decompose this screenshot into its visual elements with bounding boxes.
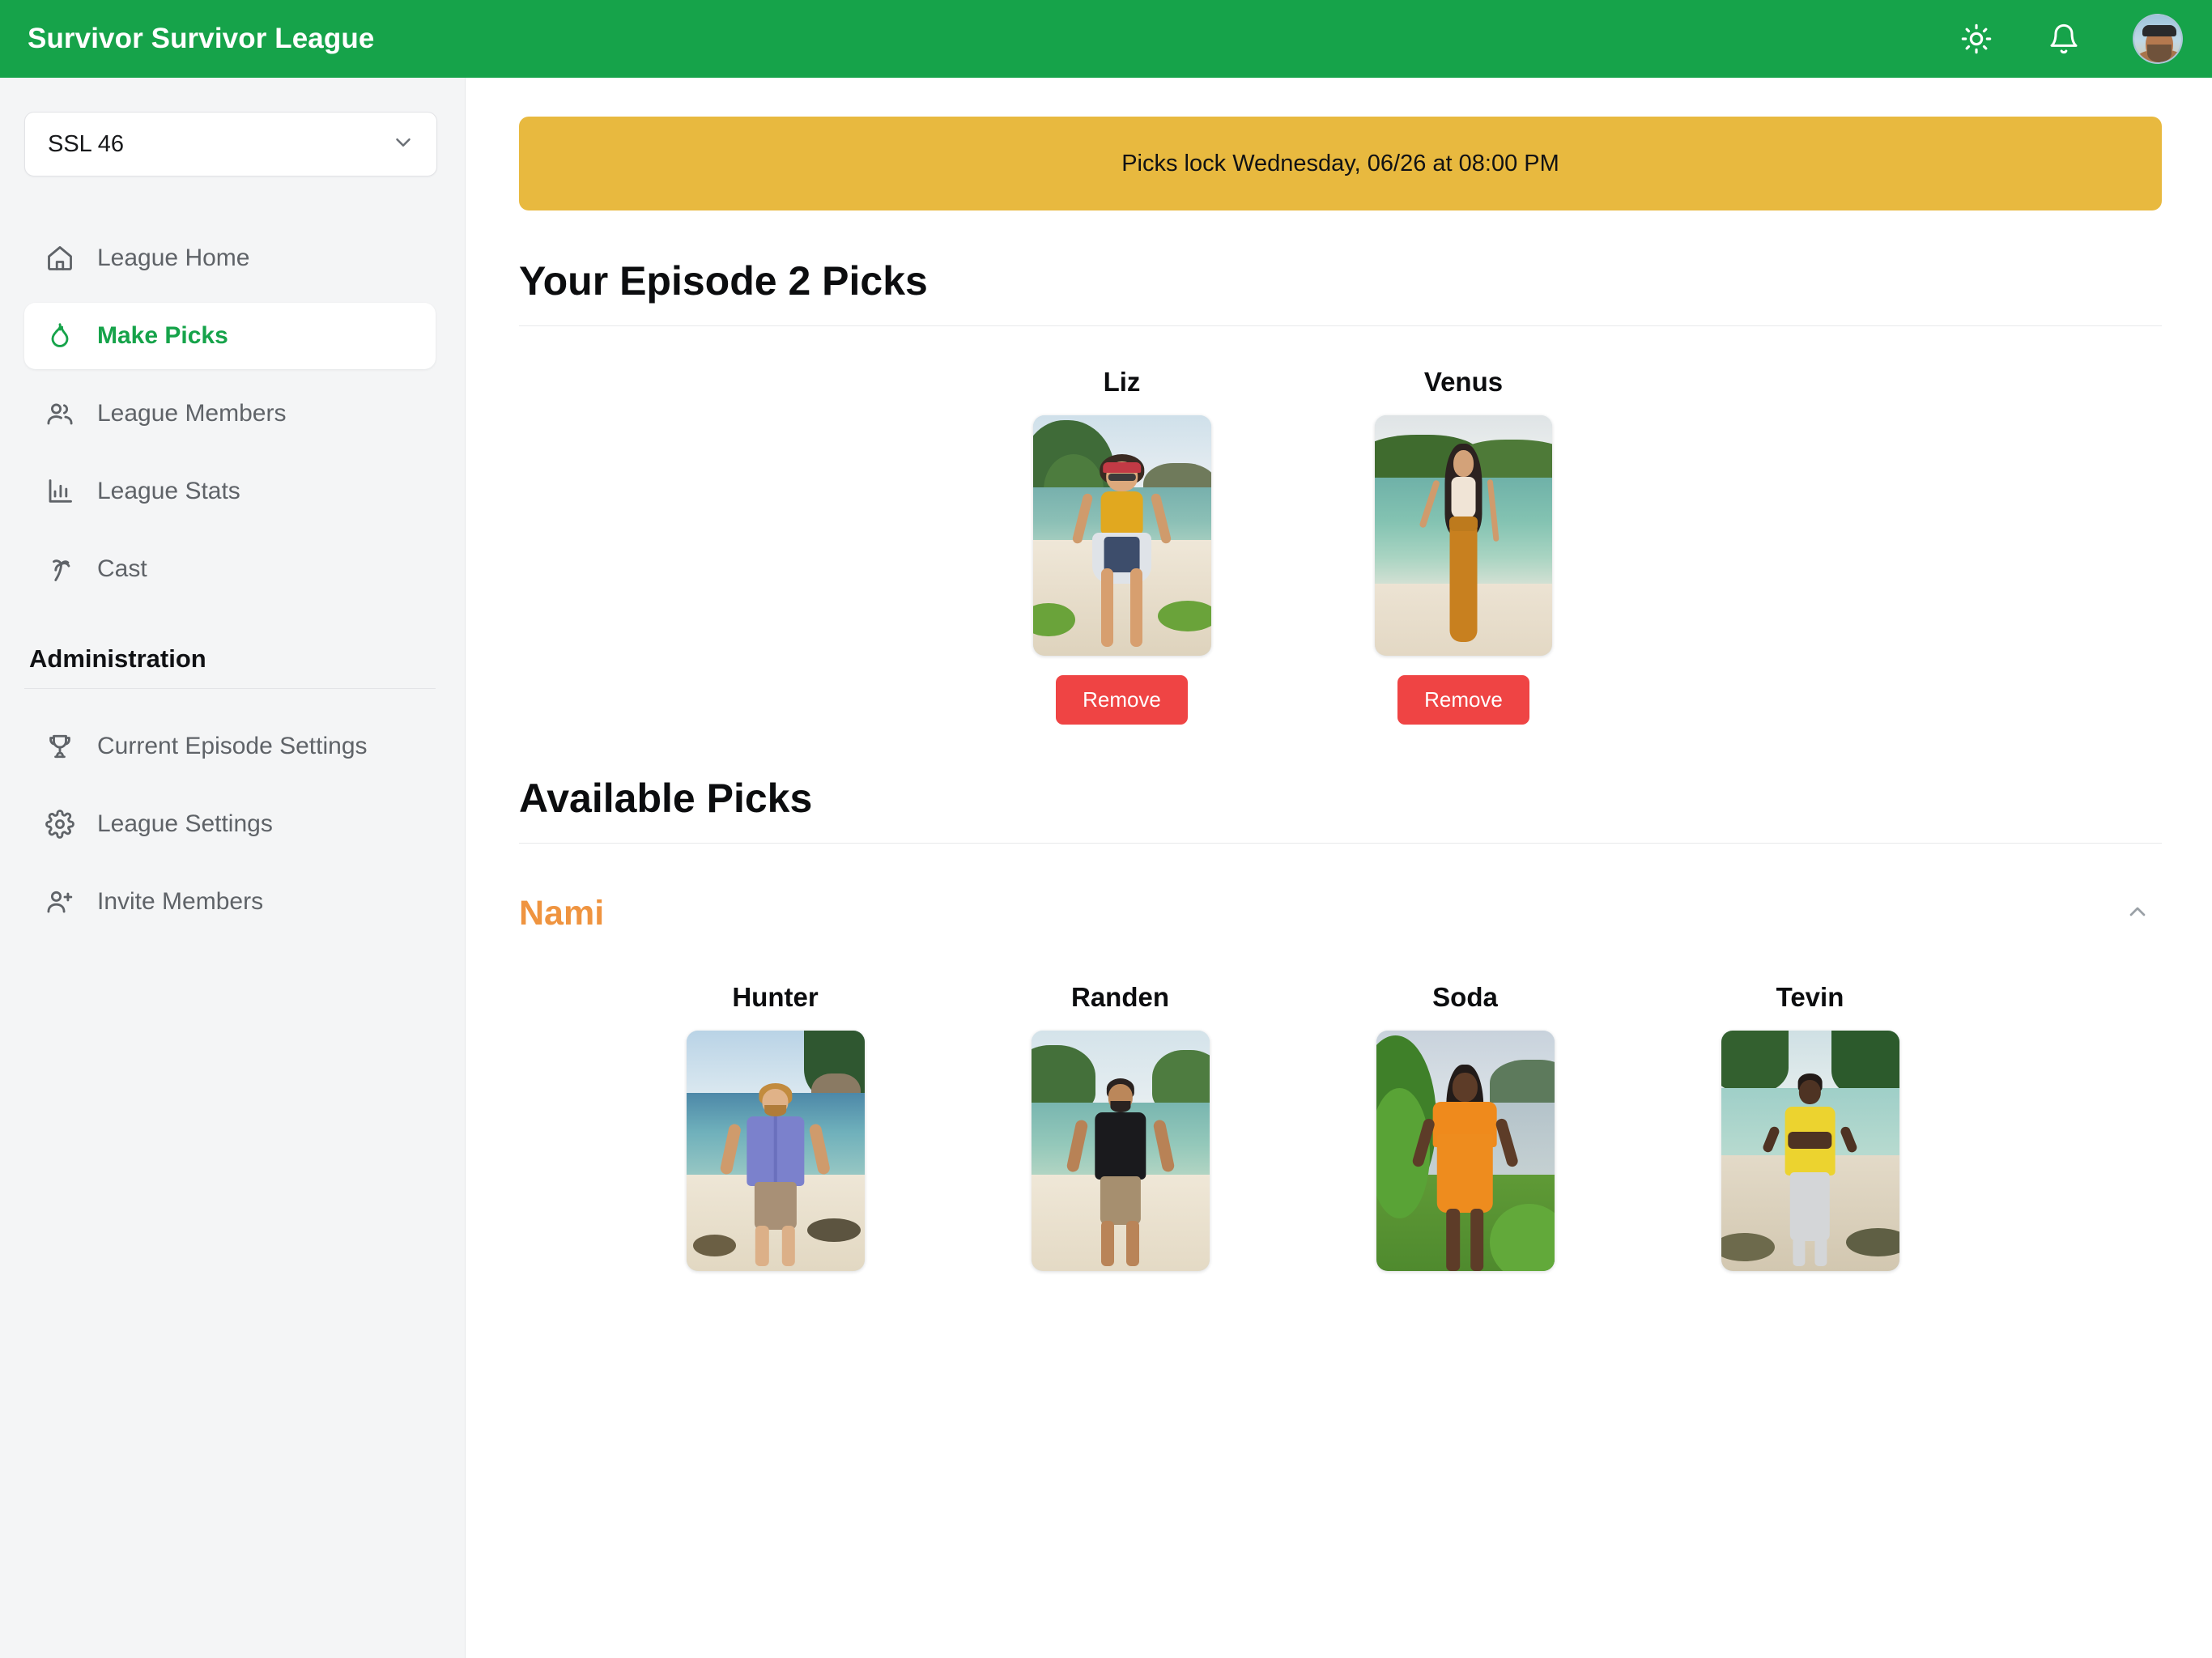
sun-icon[interactable] (1958, 20, 1995, 57)
tribe-name: Nami (519, 894, 605, 933)
contestant-name: Hunter (732, 982, 819, 1012)
user-plus-icon (44, 886, 76, 918)
picked-contestant-card: Venus Remove (1306, 367, 1622, 725)
home-icon (44, 242, 76, 274)
chevron-up-icon[interactable] (2125, 899, 2150, 929)
sidebar-item-label: League Stats (97, 478, 240, 504)
contestant-photo-soda (1376, 1031, 1555, 1271)
contestant-name: Soda (1432, 982, 1498, 1012)
available-contestant-card[interactable]: Randen (963, 982, 1278, 1271)
available-contestant-card[interactable]: Hunter (618, 982, 934, 1271)
admin-nav: Current Episode Settings League Settings (24, 713, 436, 935)
available-contestant-card[interactable]: Soda (1308, 982, 1623, 1271)
avatar[interactable] (2133, 14, 2183, 64)
sidebar-item-label: League Settings (97, 810, 273, 837)
sidebar-item-make-picks[interactable]: Make Picks (24, 303, 436, 369)
trophy-icon (44, 730, 76, 763)
contestant-photo-randen (1031, 1031, 1210, 1271)
contestant-photo-hunter (686, 1031, 865, 1271)
league-selector-value: SSL 46 (48, 130, 125, 157)
sidebar-item-label: Invite Members (97, 888, 264, 915)
sidebar: SSL 46 League Home Make Picks League Mem… (0, 78, 466, 1658)
sidebar-item-label: Make Picks (97, 322, 228, 349)
sidebar-item-invite-members[interactable]: Invite Members (24, 869, 436, 935)
contestant-name: Randen (1070, 982, 1169, 1012)
sidebar-item-current-episode-settings[interactable]: Current Episode Settings (24, 713, 436, 780)
sidebar-item-label: League Home (97, 244, 250, 271)
contestant-photo-liz (1032, 415, 1211, 656)
users-icon (44, 397, 76, 430)
gear-icon (44, 808, 76, 840)
chevron-down-icon (391, 130, 415, 159)
available-picks-heading: Available Picks (519, 775, 2162, 844)
bell-icon[interactable] (2045, 20, 2082, 57)
sidebar-item-league-members[interactable]: League Members (24, 380, 436, 447)
available-contestant-card[interactable]: Tevin (1653, 982, 1968, 1271)
palm-tree-icon (44, 553, 76, 585)
main-content: Picks lock Wednesday, 06/26 at 08:00 PM … (466, 78, 2212, 1658)
primary-nav: League Home Make Picks League Members Le… (24, 225, 436, 602)
tribe-header-nami[interactable]: Nami (519, 894, 2162, 933)
sidebar-item-label: Current Episode Settings (97, 733, 368, 759)
remove-pick-button[interactable]: Remove (1397, 675, 1529, 725)
flame-icon (44, 320, 76, 352)
bar-chart-icon (44, 475, 76, 508)
topbar-actions (1958, 14, 2183, 64)
league-selector[interactable]: SSL 46 (24, 112, 437, 176)
contestant-photo-tevin (1721, 1031, 1899, 1271)
top-app-bar: Survivor Survivor League (0, 0, 2212, 78)
sidebar-item-label: League Members (97, 400, 287, 427)
remove-pick-button[interactable]: Remove (1056, 675, 1188, 725)
contestant-name: Tevin (1776, 982, 1844, 1012)
your-picks-grid: Liz Remove Venus Remove (466, 367, 2162, 725)
picked-contestant-card: Liz Remove (964, 367, 1280, 725)
administration-section-title: Administration (24, 644, 436, 689)
sidebar-item-league-stats[interactable]: League Stats (24, 458, 436, 525)
sidebar-item-cast[interactable]: Cast (24, 536, 436, 602)
app-brand-title: Survivor Survivor League (28, 23, 375, 54)
contestant-name: Venus (1423, 367, 1504, 397)
app-shell: SSL 46 League Home Make Picks League Mem… (0, 78, 2212, 1658)
your-picks-heading: Your Episode 2 Picks (519, 257, 2162, 326)
picks-lock-banner: Picks lock Wednesday, 06/26 at 08:00 PM (519, 117, 2162, 210)
contestant-name: Liz (1103, 367, 1141, 397)
contestant-photo-venus (1375, 415, 1552, 656)
sidebar-item-label: Cast (97, 555, 147, 582)
sidebar-item-league-settings[interactable]: League Settings (24, 791, 436, 857)
sidebar-item-league-home[interactable]: League Home (24, 225, 436, 291)
available-picks-grid: Hunter Randen Soda Tevin (466, 982, 2162, 1271)
